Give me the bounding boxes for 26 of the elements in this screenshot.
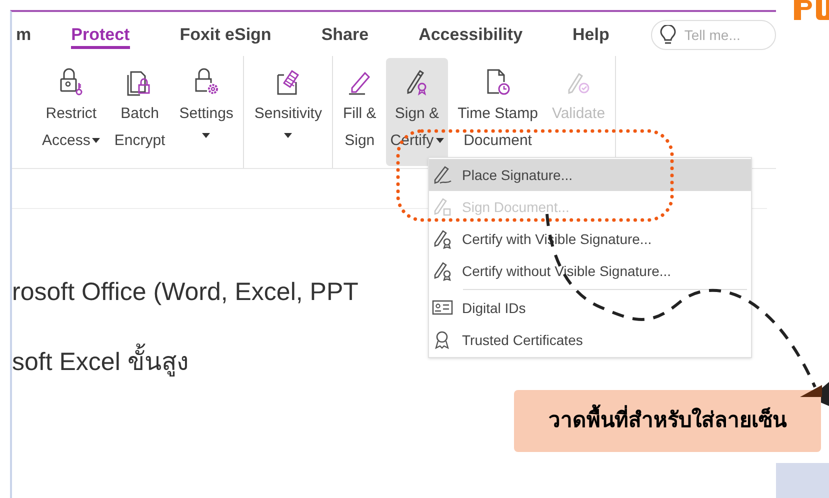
ribbon-tab[interactable]: Help xyxy=(572,21,610,49)
ribbon-button[interactable]: Batch Encrypt xyxy=(110,58,170,166)
document-text: soft Excel ขั้นสูง xyxy=(12,346,188,378)
menu-item[interactable]: Digital IDs xyxy=(429,292,751,324)
menu-item[interactable]: Certify without Visible Signature... xyxy=(429,255,751,287)
menu-item[interactable]: Place Signature... xyxy=(429,159,751,191)
ribbon-tab[interactable]: Protect xyxy=(71,21,130,49)
ribbon-tab[interactable]: Accessibility xyxy=(418,21,523,49)
ribbon-tab[interactable]: m xyxy=(16,21,32,49)
signature-pen-icon xyxy=(432,164,454,186)
menu-item[interactable]: Trusted Certificates xyxy=(429,324,751,356)
ribbon-button[interactable]: Restrict Access xyxy=(38,58,104,166)
ribbon-tab[interactable]: Share xyxy=(321,21,369,49)
pen-ribbon-icon xyxy=(432,260,454,282)
tell-me-input[interactable]: Tell me... xyxy=(684,24,764,46)
pen-ribbon-icon xyxy=(432,228,454,250)
ribbon-button[interactable]: Sign & Certify xyxy=(386,58,448,166)
ribbon-button[interactable]: Sensitivity xyxy=(250,58,326,166)
ribbon-button[interactable]: Fill & Sign xyxy=(338,58,380,166)
ribbon-button[interactable]: Settings xyxy=(175,58,238,166)
callout-pointer xyxy=(800,385,822,397)
lightbulb-icon xyxy=(660,25,676,45)
tell-me-field[interactable]: Tell me... xyxy=(651,20,776,50)
callout-text: วาดพื้นที่สำหรับใส่ลายเซ็น xyxy=(548,405,786,437)
document-text: rosoft Office (Word, Excel, PPT xyxy=(12,277,358,308)
ribbon-tab[interactable]: Foxit eSign xyxy=(180,21,272,49)
